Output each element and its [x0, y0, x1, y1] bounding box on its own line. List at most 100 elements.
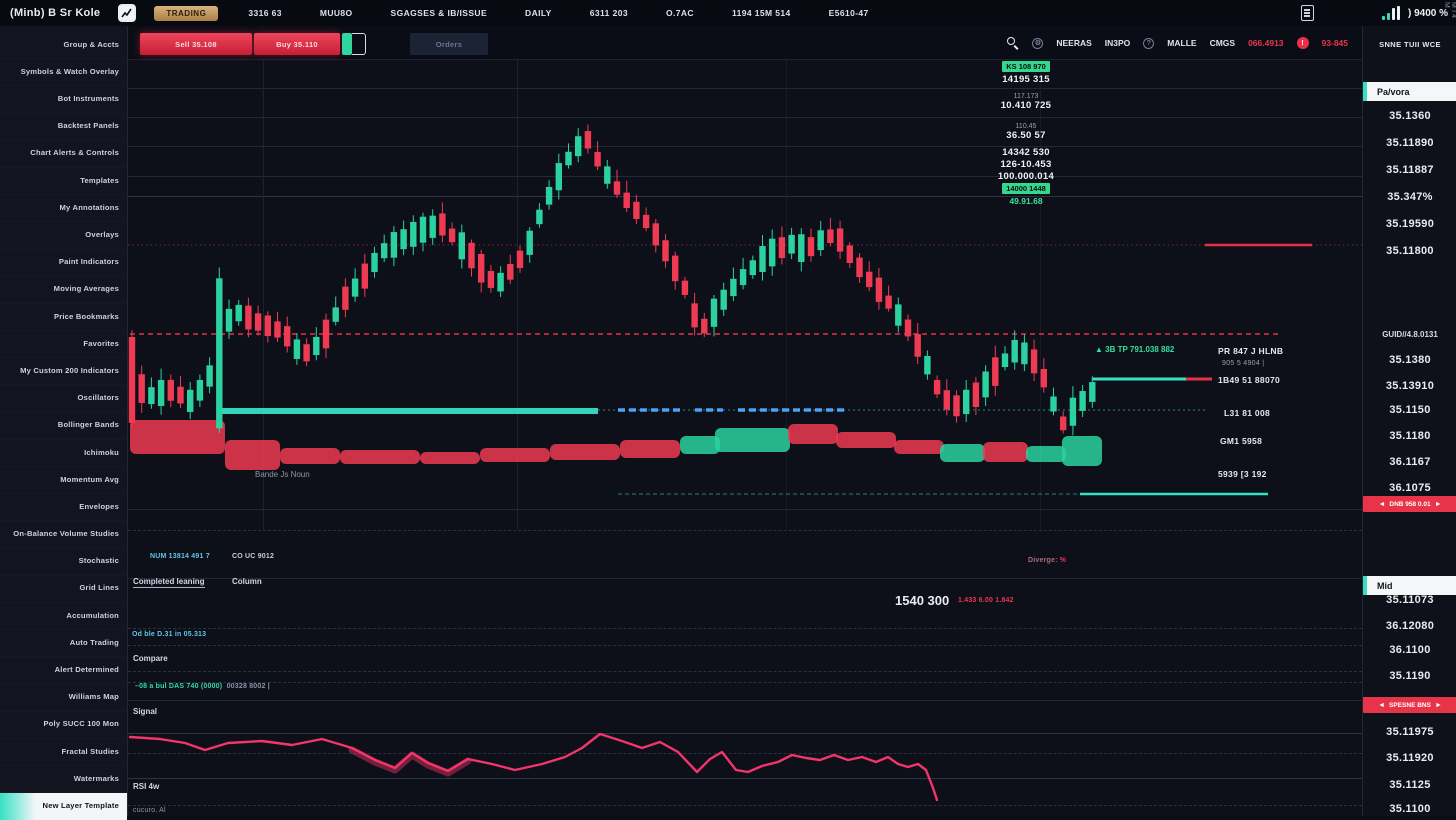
sidebar-item[interactable]: Bot Instruments	[0, 86, 127, 113]
sidebar-item[interactable]: Oscillators	[0, 385, 127, 412]
pane-footer: cucuro. Al	[133, 807, 166, 814]
signal-bars-icon	[1382, 6, 1400, 20]
pane-title[interactable]: Signal	[133, 707, 157, 716]
level-label: GM1 5958	[1220, 436, 1262, 446]
sidebar-item[interactable]: Symbols & Watch Overlay	[0, 59, 127, 86]
price-value: 10.410 725	[980, 100, 1072, 112]
selected-row[interactable]: Mid	[1363, 576, 1456, 595]
sidebar-item[interactable]: Templates	[0, 168, 127, 195]
price-chip: 14000 1448	[1002, 183, 1050, 194]
price-level: 35.347%	[1363, 191, 1456, 203]
sidebar-item[interactable]: Accumulation	[0, 603, 127, 630]
order-size-box[interactable]	[352, 33, 366, 55]
price-level: 36.12080	[1363, 620, 1456, 632]
price-green-value: 49.91.68	[980, 196, 1072, 206]
sidebar-item[interactable]: Williams Map	[0, 685, 127, 712]
spread-indicator	[342, 33, 352, 55]
pane-title[interactable]: RSI 4w	[133, 782, 159, 791]
price-value: 14195 315	[980, 74, 1072, 86]
order-button[interactable]: ◄DNB 958 0.01►	[1363, 496, 1456, 512]
sidebar-item[interactable]: My Annotations	[0, 195, 127, 222]
pane-title[interactable]: Compare	[133, 654, 168, 663]
price-level: 35.11920	[1363, 752, 1456, 764]
sidebar-item[interactable]: Stochastic	[0, 549, 127, 576]
sidebar-item[interactable]: Moving Averages	[0, 277, 127, 304]
topbar-item[interactable]: 3316 63	[248, 8, 282, 18]
topbar-item[interactable]: MUU8O	[320, 8, 353, 18]
diverge-label: Diverge: %	[1028, 557, 1066, 564]
panel-icon[interactable]	[1301, 5, 1314, 21]
alert-value-2: 93-845	[1322, 38, 1348, 48]
menu-item-3[interactable]: MALLE	[1167, 38, 1196, 48]
price-label-column: KS 108 970 14195 315	[980, 56, 1072, 86]
app-logo-icon[interactable]	[118, 4, 136, 22]
menu-item-2[interactable]: IN3PO	[1105, 38, 1131, 48]
sidebar-item[interactable]: Poly SUCC 100 Mon	[0, 712, 127, 739]
sidebar-item[interactable]: On-Balance Volume Studies	[0, 521, 127, 548]
sidebar-item[interactable]: Auto Trading	[0, 630, 127, 657]
section-label: GUID//4.8.0131	[1363, 330, 1456, 339]
notification-badge[interactable]: !	[1297, 37, 1309, 49]
indicator-red-values: 1.433 6.00 1.842	[958, 597, 1014, 604]
sidebar-item[interactable]: Ichimoku	[0, 440, 127, 467]
indicator-row-small: Od ble D.31 in 05.313	[132, 631, 206, 638]
topbar-item[interactable]: DAILY	[525, 8, 552, 18]
price-level: 35.1180	[1363, 430, 1456, 442]
topbar-item[interactable]: E5610-47	[829, 8, 869, 18]
candlestick-chart[interactable]	[128, 60, 1362, 816]
panel-header: SNNE TUII WCE	[1363, 40, 1456, 49]
sidebar-item[interactable]: Fractal Studies	[0, 739, 127, 766]
indicator-values-teal: NUM 13814 491 7	[150, 553, 210, 560]
price-level: 35.1190	[1363, 670, 1456, 682]
sidebar-item[interactable]: Backtest Panels	[0, 114, 127, 141]
orders-button[interactable]: Orders	[410, 33, 488, 55]
price-level: 35.1360	[1363, 110, 1456, 122]
sidebar-item[interactable]: Favorites	[0, 331, 127, 358]
help-icon[interactable]: ?	[1143, 38, 1154, 49]
order-button[interactable]: ◄SPESNE BNS►	[1363, 697, 1456, 713]
price-label-column: 110.45 36.50 57	[980, 123, 1072, 142]
topbar-menu: 3316 63 MUU8O SGAGSES & IB/ISSUE DAILY 6311 …	[248, 8, 868, 18]
indicator-big-value: 1540 300	[895, 593, 949, 608]
price-level: 36.1075	[1363, 482, 1456, 494]
settings-icon[interactable]: ⚙	[1032, 38, 1043, 49]
sidebar-item[interactable]: Bollinger Bands	[0, 413, 127, 440]
level-label: 5939 [3 192	[1218, 469, 1267, 479]
pane-title-2[interactable]: Column	[232, 577, 262, 586]
sidebar-item[interactable]: Envelopes	[0, 494, 127, 521]
price-level: 35.11975	[1363, 726, 1456, 738]
sidebar-item[interactable]: Grid Lines	[0, 576, 127, 603]
sidebar-item[interactable]: Overlays	[0, 222, 127, 249]
sidebar-item[interactable]: Price Bookmarks	[0, 304, 127, 331]
price-level: 35.11800	[1363, 245, 1456, 257]
sell-button[interactable]: Sell 35.108	[140, 33, 252, 55]
sidebar-item[interactable]: My Custom 200 Indicators	[0, 358, 127, 385]
price-level: 36.1167	[1363, 456, 1456, 468]
sidebar-item[interactable]: Alert Determined	[0, 657, 127, 684]
level-label: 1B49 51 88070	[1218, 375, 1280, 385]
sidebar-item[interactable]: Watermarks	[0, 766, 127, 793]
sidebar-item[interactable]: Group & Accts	[0, 32, 127, 59]
trading-button[interactable]: TRADING	[154, 6, 218, 21]
sidebar-item[interactable]: Chart Alerts & Controls	[0, 141, 127, 168]
price-chip: KS 108 970	[1002, 61, 1050, 72]
menu-item-1[interactable]: NEERAS	[1056, 38, 1091, 48]
chart-note: Bande Js Noun	[255, 470, 310, 479]
price-level: 35.11890	[1363, 137, 1456, 149]
price-level: 35.11073	[1363, 594, 1456, 606]
menu-item-4[interactable]: CMGS	[1210, 38, 1236, 48]
search-icon[interactable]	[1007, 37, 1019, 49]
selected-row[interactable]: Pa/vora	[1363, 82, 1456, 101]
price-level: 35.13910	[1363, 380, 1456, 392]
sidebar-item[interactable]: Paint Indicators	[0, 250, 127, 277]
sidebar-item[interactable]: Momentum Avg	[0, 467, 127, 494]
topbar-item[interactable]: SGAGSES & IB/ISSUE	[391, 8, 487, 18]
pane-title[interactable]: Completed leaning	[133, 577, 205, 588]
topbar-item[interactable]: O.7AC	[666, 8, 694, 18]
tp-annotation: ▲ 3B TP 791.038 882	[1095, 345, 1174, 354]
level-label-small: 905 5 4904 |	[1222, 360, 1264, 367]
topbar-item[interactable]: 6311 203	[590, 8, 628, 18]
level-label: L31 81 008	[1224, 408, 1270, 418]
topbar-item[interactable]: 1194 15M 514	[732, 8, 791, 18]
buy-button[interactable]: Buy 35.110	[254, 33, 340, 55]
